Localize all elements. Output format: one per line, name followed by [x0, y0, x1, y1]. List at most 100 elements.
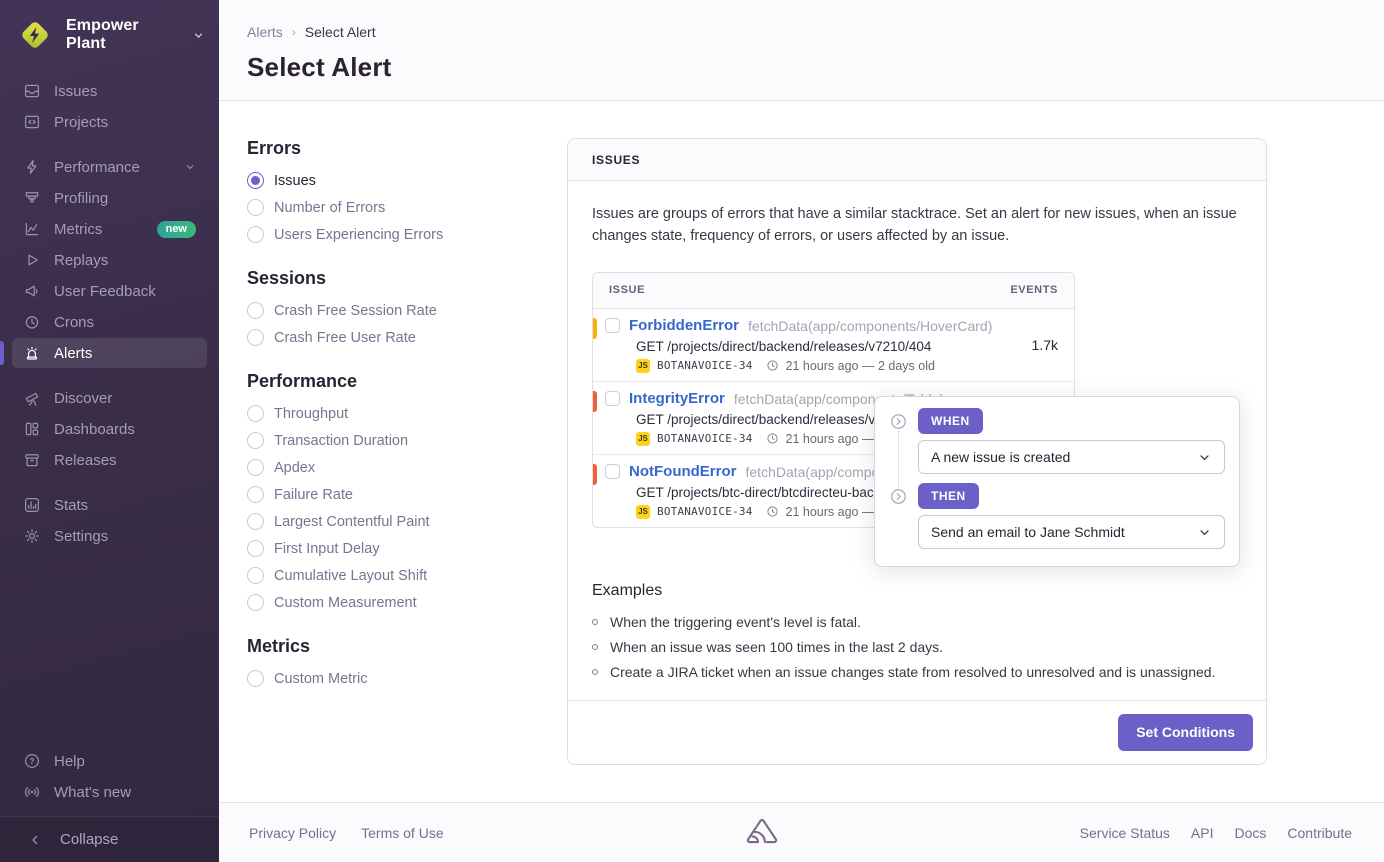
option-issues[interactable]: Issues: [247, 172, 567, 189]
sidebar-item-label: Replays: [54, 252, 108, 269]
option-cumulative-layout-shift[interactable]: Cumulative Layout Shift: [247, 567, 567, 584]
api-link[interactable]: API: [1191, 825, 1214, 841]
example-item: When the triggering event's level is fat…: [592, 614, 1242, 630]
terms-of-use-link[interactable]: Terms of Use: [361, 825, 443, 841]
new-badge: new: [157, 221, 196, 238]
sidebar-item-user-feedback[interactable]: User Feedback: [12, 276, 207, 306]
examples-title: Examples: [592, 582, 1242, 600]
example-text: Create a JIRA ticket when an issue chang…: [610, 664, 1215, 680]
issue-checkbox[interactable]: [605, 318, 620, 333]
sidebar-item-settings[interactable]: Settings: [12, 521, 207, 551]
sidebar-item-issues[interactable]: Issues: [12, 76, 207, 106]
column-header-events: EVENTS: [1010, 284, 1058, 296]
radio-button[interactable]: [247, 459, 264, 476]
sidebar-item-replays[interactable]: Replays: [12, 245, 207, 275]
issue-checkbox[interactable]: [605, 391, 620, 406]
alert-type-selector: Errors Issues Number of Errors Users Exp…: [247, 138, 567, 802]
active-accent-bar: [0, 341, 4, 365]
issue-title-link[interactable]: NotFoundError: [629, 463, 736, 480]
issue-level-indicator: [593, 318, 597, 339]
sidebar-item-dashboards[interactable]: Dashboards: [12, 414, 207, 444]
option-crash-free-user-rate[interactable]: Crash Free User Rate: [247, 329, 567, 346]
radio-button[interactable]: [247, 594, 264, 611]
radio-button[interactable]: [247, 513, 264, 530]
radio-button[interactable]: [247, 432, 264, 449]
example-item: When an issue was seen 100 times in the …: [592, 639, 1242, 655]
panel-description: Issues are groups of errors that have a …: [592, 203, 1242, 248]
page-footer: Privacy Policy Terms of Use Service Stat…: [219, 802, 1384, 862]
sidebar-item-discover[interactable]: Discover: [12, 383, 207, 413]
sidebar-item-label: Stats: [54, 497, 88, 514]
collapse-label: Collapse: [60, 831, 118, 848]
radio-button[interactable]: [247, 302, 264, 319]
when-condition-select[interactable]: A new issue is created: [918, 440, 1225, 474]
issue-title-link[interactable]: IntegrityError: [629, 390, 725, 407]
clock-icon: [766, 505, 779, 518]
sidebar-item-whats-new[interactable]: What's new: [12, 777, 207, 807]
option-failure-rate[interactable]: Failure Rate: [247, 486, 567, 503]
sidebar-nav: Issues Projects Performance Profiling Me…: [0, 71, 219, 566]
broadcast-icon: [23, 783, 41, 801]
radio-button[interactable]: [247, 329, 264, 346]
sidebar-item-label: Alerts: [54, 345, 92, 362]
sidebar-item-releases[interactable]: Releases: [12, 445, 207, 475]
sidebar-item-help[interactable]: ? Help: [12, 746, 207, 776]
bullet-icon: [592, 644, 598, 650]
table-row: ForbiddenError fetchData(app/components/…: [593, 309, 1074, 381]
issue-short-id: BOTANAVOICE-34: [657, 505, 753, 518]
option-custom-measurement[interactable]: Custom Measurement: [247, 594, 567, 611]
table-header-row: ISSUE EVENTS: [593, 273, 1074, 309]
sidebar-item-profiling[interactable]: Profiling: [12, 183, 207, 213]
option-crash-free-session-rate[interactable]: Crash Free Session Rate: [247, 302, 567, 319]
privacy-policy-link[interactable]: Privacy Policy: [249, 825, 336, 841]
breadcrumb-alerts-link[interactable]: Alerts: [247, 24, 283, 40]
radio-button[interactable]: [247, 172, 264, 189]
issue-checkbox[interactable]: [605, 464, 620, 479]
org-switcher[interactable]: Empower Plant: [0, 0, 219, 71]
sidebar-item-stats[interactable]: Stats: [12, 490, 207, 520]
issue-title-link[interactable]: ForbiddenError: [629, 317, 739, 334]
radio-button[interactable]: [247, 567, 264, 584]
option-throughput[interactable]: Throughput: [247, 405, 567, 422]
docs-link[interactable]: Docs: [1235, 825, 1267, 841]
panel-footer: Set Conditions: [568, 700, 1266, 764]
metrics-icon: [23, 220, 41, 238]
sidebar-item-metrics[interactable]: Metrics new: [12, 214, 207, 244]
option-first-input-delay[interactable]: First Input Delay: [247, 540, 567, 557]
issue-short-id: BOTANAVOICE-34: [657, 432, 753, 445]
org-logo-icon: [15, 15, 55, 55]
sidebar-collapse-button[interactable]: Collapse: [0, 816, 219, 862]
radio-button[interactable]: [247, 405, 264, 422]
option-apdex[interactable]: Apdex: [247, 459, 567, 476]
panel-header: ISSUES: [568, 139, 1266, 181]
option-number-of-errors[interactable]: Number of Errors: [247, 199, 567, 216]
option-users-experiencing-errors[interactable]: Users Experiencing Errors: [247, 226, 567, 243]
sidebar-item-performance[interactable]: Performance: [12, 152, 207, 182]
option-largest-contentful-paint[interactable]: Largest Contentful Paint: [247, 513, 567, 530]
sidebar-item-alerts[interactable]: Alerts: [12, 338, 207, 368]
then-action-select[interactable]: Send an email to Jane Schmidt: [918, 515, 1225, 549]
issue-culprit: GET /projects/direct/backend/releases/v7…: [636, 339, 1006, 354]
radio-button[interactable]: [247, 670, 264, 687]
set-conditions-button[interactable]: Set Conditions: [1118, 714, 1253, 751]
sidebar-item-projects[interactable]: Projects: [12, 107, 207, 137]
then-action-value: Send an email to Jane Schmidt: [931, 524, 1125, 540]
radio-button[interactable]: [247, 199, 264, 216]
option-custom-metric[interactable]: Custom Metric: [247, 670, 567, 687]
sidebar-item-crons[interactable]: Crons: [12, 307, 207, 337]
radio-button[interactable]: [247, 540, 264, 557]
discover-icon: [23, 389, 41, 407]
sidebar-item-label: User Feedback: [54, 283, 156, 300]
sidebar-item-label: Metrics: [54, 221, 102, 238]
example-text: When the triggering event's level is fat…: [610, 614, 861, 630]
alerts-icon: [23, 344, 41, 362]
issue-subtitle: fetchData(app/components/HoverCard): [748, 318, 992, 334]
option-transaction-duration[interactable]: Transaction Duration: [247, 432, 567, 449]
contribute-link[interactable]: Contribute: [1287, 825, 1352, 841]
then-badge: THEN: [918, 483, 979, 509]
sidebar-item-label: What's new: [54, 784, 131, 801]
service-status-link[interactable]: Service Status: [1080, 825, 1170, 841]
radio-button[interactable]: [247, 226, 264, 243]
issue-events-count: 1.7k: [1006, 337, 1058, 353]
radio-button[interactable]: [247, 486, 264, 503]
